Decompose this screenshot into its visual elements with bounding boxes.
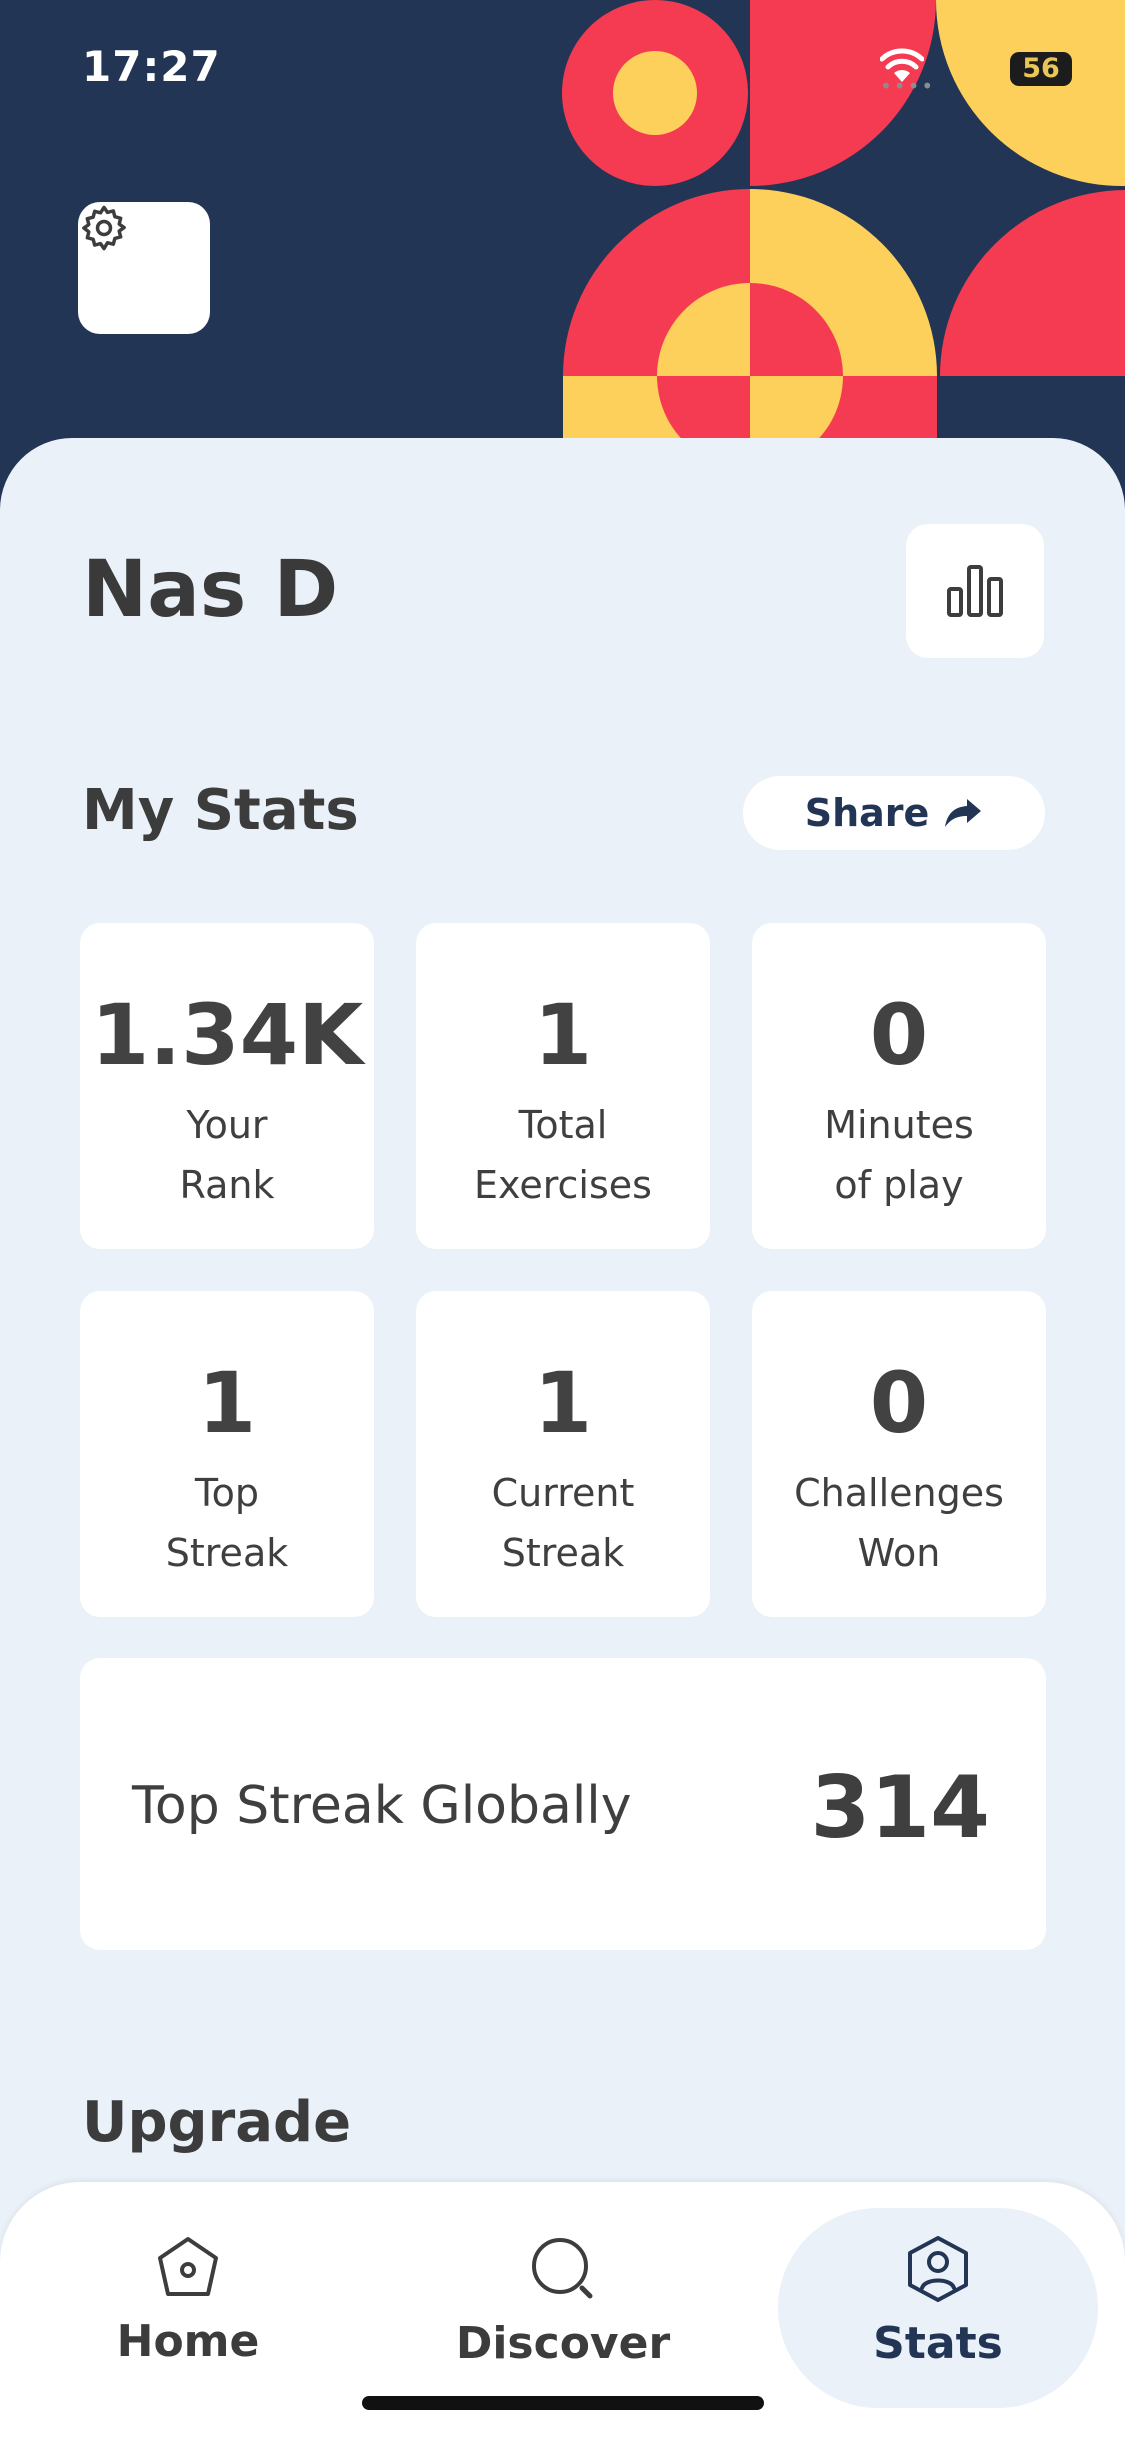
tab-discover[interactable]: Discover [448, 2182, 678, 2382]
tab-discover-label: Discover [455, 2318, 671, 2369]
stats-grid: 1.34K Your Rank 1 Total Exercises 0 Minu… [80, 923, 1046, 1617]
profile-icon [908, 2236, 968, 2302]
stat-card-rank: 1.34K Your Rank [80, 923, 374, 1249]
upgrade-title: Upgrade [82, 2090, 352, 2155]
home-indicator [362, 2396, 764, 2410]
tab-home-label: Home [116, 2316, 260, 2367]
battery-indicator: 56 [1010, 52, 1072, 86]
stat-label: Your Rank [179, 1103, 275, 1207]
my-stats-title: My Stats [82, 778, 359, 843]
tab-home[interactable]: Home [88, 2182, 288, 2382]
status-time: 17:27 [82, 42, 221, 91]
stat-value: 1 [197, 1354, 257, 1452]
gear-icon [82, 205, 126, 251]
status-indicators: •••• 56 [880, 48, 1080, 98]
search-icon [532, 2238, 593, 2299]
global-streak-label: Top Streak Globally [132, 1776, 632, 1836]
share-arrow-icon [945, 799, 982, 827]
share-button[interactable]: Share [743, 776, 1045, 850]
user-name: Nas D [82, 545, 339, 635]
stat-label: Challenges Won [794, 1471, 1004, 1575]
home-icon [158, 2237, 218, 2296]
stat-card-current-streak: 1 Current Streak [416, 1291, 710, 1617]
settings-button[interactable] [78, 202, 210, 334]
stat-card-total-exercises: 1 Total Exercises [416, 923, 710, 1249]
stat-card-top-streak: 1 Top Streak [80, 1291, 374, 1617]
tab-stats[interactable]: Stats [778, 2208, 1098, 2408]
bar-chart-icon [947, 565, 1003, 617]
stat-label: Current Streak [491, 1471, 635, 1575]
global-streak-card: Top Streak Globally 314 [80, 1658, 1046, 1950]
leaderboard-button[interactable] [906, 524, 1044, 658]
stat-value: 0 [869, 1354, 929, 1452]
global-streak-value: 314 [810, 1758, 990, 1858]
stat-card-challenges-won: 0 Challenges Won [752, 1291, 1046, 1617]
stat-value: 1 [533, 1354, 593, 1452]
stat-card-minutes: 0 Minutes of play [752, 923, 1046, 1249]
wifi-icon [880, 48, 924, 82]
stat-value: 1.34K [90, 986, 364, 1084]
tab-stats-label: Stats [873, 2318, 1003, 2369]
stat-label: Minutes of play [824, 1103, 974, 1207]
share-label: Share [804, 791, 930, 835]
stat-value: 1 [533, 986, 593, 1084]
stat-value: 0 [869, 986, 929, 1084]
stat-label: Total Exercises [474, 1103, 652, 1207]
stat-label: Top Streak [165, 1471, 289, 1575]
